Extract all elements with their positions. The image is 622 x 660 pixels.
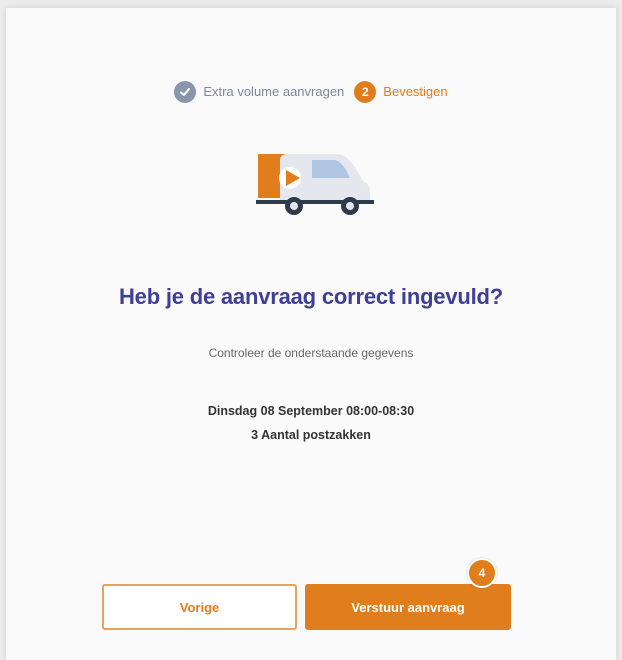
previous-button[interactable]: Vorige: [102, 584, 297, 630]
detail-bag-count: 3 Aantal postzakken: [251, 428, 371, 442]
dialog-card: Extra volume aanvragen 2 Bevestigen Heb …: [6, 8, 616, 660]
delivery-van-icon: [256, 154, 374, 215]
step-number: 2: [354, 81, 377, 103]
page-subtitle: Controleer de onderstaande gegevens: [208, 346, 414, 360]
step-label: Bevestigen: [383, 84, 448, 99]
detail-date-time: Dinsdag 08 September 08:00-08:30: [207, 404, 415, 418]
stepper: Extra volume aanvragen 2 Bevestigen: [6, 81, 616, 103]
step-label: Extra volume aanvragen: [203, 84, 345, 99]
step-badge: 4: [467, 558, 497, 588]
step-extra-volume: Extra volume aanvragen: [174, 81, 344, 103]
page-title: Heb je de aanvraag correct ingevuld?: [118, 284, 504, 309]
submit-request-button[interactable]: Verstuur aanvraag: [305, 584, 511, 630]
step-confirm: 2 Bevestigen: [354, 81, 448, 103]
check-icon: [174, 81, 197, 103]
